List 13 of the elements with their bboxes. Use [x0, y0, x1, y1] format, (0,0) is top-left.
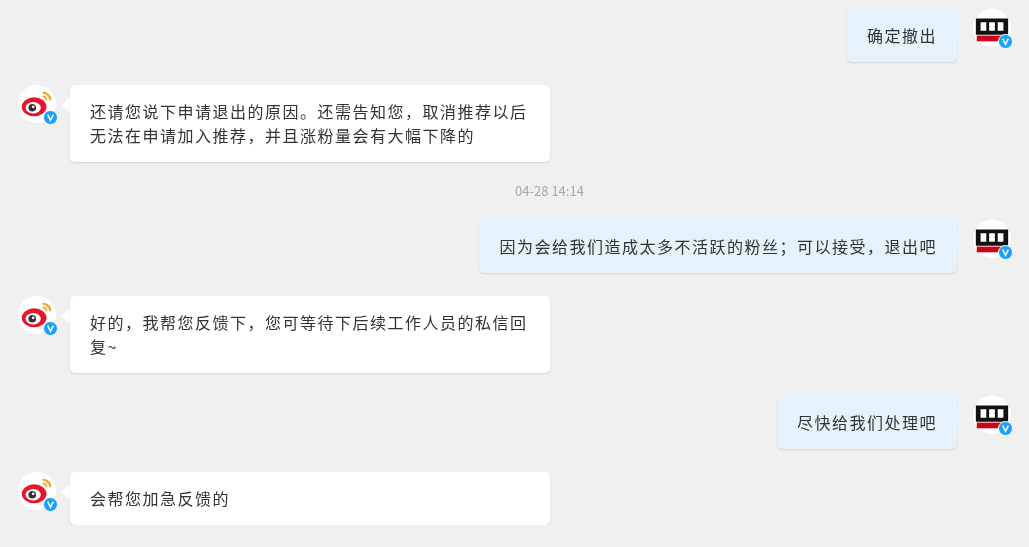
message-bubble: 因为会给我们造成太多不活跃的粉丝；可以接受，退出吧 [479, 220, 957, 273]
verified-badge-icon [43, 321, 58, 336]
verified-badge-icon [998, 34, 1013, 49]
message-bubble: 确定撤出 [847, 9, 957, 62]
message-bubble: 好的，我帮您反馈下，您可等待下后续工作人员的私信回复~ [70, 296, 550, 373]
verified-badge-icon [43, 497, 58, 512]
verified-badge-icon [43, 110, 58, 125]
message-bubble: 会帮您加急反馈的 [70, 472, 550, 525]
message-bubble: 还请您说下申请退出的原因。还需告知您，取消推荐以后无法在申请加入推荐，并且涨粉量会有大幅下降的 [70, 85, 550, 162]
verified-badge-icon [998, 421, 1013, 436]
message-bubble: 尽快给我们处理吧 [777, 396, 957, 449]
verified-badge-icon [998, 245, 1013, 260]
timestamp: 04-28 14:14 [515, 185, 584, 197]
